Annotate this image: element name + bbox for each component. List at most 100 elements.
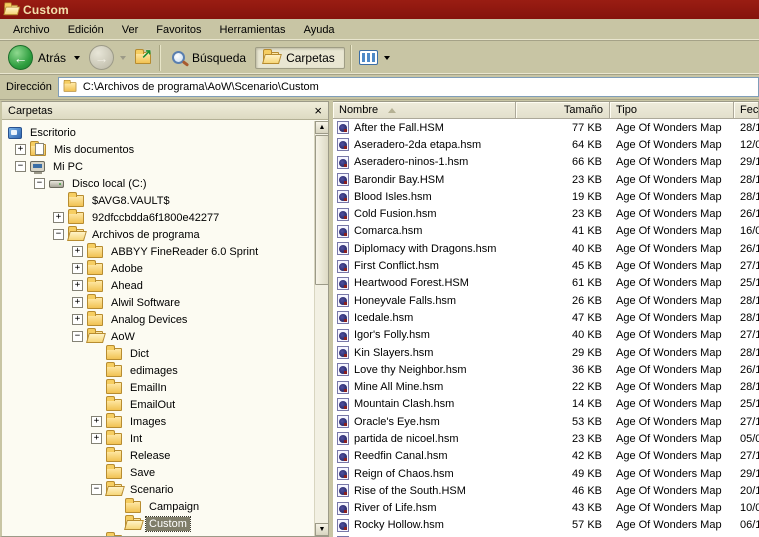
collapse-minus-icon[interactable]: − [15, 161, 26, 172]
tree-item-avg8-vault[interactable]: $AVG8.VAULT$ [2, 191, 314, 209]
folder-up-icon[interactable]: ↗ [135, 46, 152, 64]
tree-item-scenario[interactable]: − Scenario [2, 480, 314, 498]
tree-item-92dfccbdda6f1800e42277[interactable]: +92dfccbdda6f1800e42277 [2, 208, 314, 226]
views-button[interactable] [356, 50, 396, 65]
back-button[interactable]: ← Atrás [5, 45, 86, 70]
file-row-aseradero-ninos-1-hsm[interactable]: Aseradero-ninos-1.hsm 66 KB Age Of Wonders… [333, 154, 759, 171]
menu-edici-n[interactable]: Edición [59, 21, 113, 39]
tree-item-disco-local-c[interactable]: − Disco local (C:) [2, 175, 314, 192]
expand-plus-icon[interactable]: + [72, 263, 83, 274]
tree-item-archivos-de-programa[interactable]: − Archivos de programa [2, 225, 314, 243]
file-row-rocky-hollow-hsm[interactable]: Rocky Hollow.hsm 57 KB Age Of Wonders Map 0… [333, 517, 759, 534]
tree-item-label: edimages [130, 364, 178, 377]
expand-plus-icon[interactable]: + [72, 314, 83, 325]
views-dropdown-icon[interactable] [383, 55, 390, 60]
folders-panel: Carpetas × Escritorio + Mis documentos − Mi … [0, 101, 329, 537]
tree-item-save[interactable]: Save [2, 463, 314, 481]
scrollbar-thumb[interactable] [315, 135, 329, 285]
menu-ayuda[interactable]: Ayuda [295, 21, 344, 39]
search-button[interactable]: Búsqueda [165, 48, 255, 68]
forward-button[interactable]: → [86, 45, 132, 70]
expand-plus-icon[interactable]: + [72, 297, 83, 308]
file-row-reedfin-canal-hsm[interactable]: Reedfin Canal.hsm 42 KB Age Of Wonders Map… [333, 448, 759, 465]
file-row-diplomacy-with-dragons-hsm[interactable]: Diplomacy with Dragons.hsm 40 KB Age Of Wo… [333, 240, 759, 257]
file-row-icedale-hsm[interactable]: Icedale.hsm 47 KB Age Of Wonders Map 28/1 [333, 309, 759, 326]
file-row-cold-fusion-hsm[interactable]: Cold Fusion.hsm 23 KB Age Of Wonders Map 26… [333, 205, 759, 222]
column-header-fecha[interactable]: Fech [734, 102, 759, 119]
forward-dropdown-icon[interactable] [120, 55, 127, 60]
tree-item-mi-pc[interactable]: − Mi PC [2, 158, 314, 175]
collapse-minus-icon[interactable]: − [72, 331, 83, 342]
collapse-minus-icon[interactable]: − [53, 229, 64, 240]
file-row-aseradero-2da-etapa-hsm[interactable]: Aseradero-2da etapa.hsm 64 KB Age Of Wonde… [333, 136, 759, 153]
file-row-love-thy-neighbor-hsm[interactable]: Love thy Neighbor.hsm 36 KB Age Of Wonders… [333, 361, 759, 378]
expand-plus-icon[interactable]: + [91, 433, 102, 444]
file-row-mountain-clash-hsm[interactable]: Mountain Clash.hsm 14 KB Age Of Wonders Ma… [333, 396, 759, 413]
file-row-first-conflict-hsm[interactable]: First Conflict.hsm 45 KB Age Of Wonders Ma… [333, 257, 759, 274]
back-dropdown-icon[interactable] [74, 55, 81, 60]
tree-item-escritorio[interactable]: Escritorio [2, 124, 314, 141]
file-row-barondir-bay-hsm[interactable]: Barondir Bay.HSM 23 KB Age Of Wonders Map 2… [333, 171, 759, 188]
scroll-down-icon[interactable]: ▼ [315, 523, 329, 536]
tree-item-custom[interactable]: Custom [2, 514, 314, 532]
column-header-tamano[interactable]: Tamaño [516, 102, 610, 119]
menu-ver[interactable]: Ver [113, 21, 148, 39]
file-row-rise-of-the-south-hsm[interactable]: Rise of the South.HSM 46 KB Age Of Wonders… [333, 482, 759, 499]
tree-item-mis-documentos[interactable]: + Mis documentos [2, 140, 314, 158]
file-row-igor-s-folly-hsm[interactable]: Igor's Folly.hsm 40 KB Age Of Wonders Map 2… [333, 327, 759, 344]
file-row-reign-of-chaos-hsm[interactable]: Reign of Chaos.hsm 49 KB Age Of Wonders Ma… [333, 465, 759, 482]
tree-item-int[interactable]: + Int [2, 429, 314, 447]
tree-item-campaign[interactable]: Campaign [2, 497, 314, 515]
expand-plus-icon[interactable]: + [15, 144, 26, 155]
file-row-after-the-fall-hsm[interactable]: After the Fall.HSM 77 KB Age Of Wonders Ma… [333, 119, 759, 136]
tree-item-emailout[interactable]: EmailOut [2, 395, 314, 413]
file-size-cell: 40 KB [572, 242, 602, 255]
tree-scrollbar[interactable]: ▲ ▼ [314, 121, 329, 536]
expand-plus-icon[interactable]: + [91, 416, 102, 427]
menu-favoritos[interactable]: Favoritos [147, 21, 210, 39]
back-icon[interactable]: ← [8, 45, 33, 70]
tree-item-aow[interactable]: − AoW [2, 327, 314, 345]
tree-item-analog-devices[interactable]: + Analog Devices [2, 310, 314, 328]
menu-bar: Archivo Edición Ver Favoritos Herramientas Ay… [0, 19, 759, 41]
tree-item-release[interactable]: Release [2, 446, 314, 464]
file-size-cell: 77 KB [572, 121, 602, 134]
file-row-mine-all-mine-hsm[interactable]: Mine All Mine.hsm 22 KB Age Of Wonders Map… [333, 378, 759, 395]
file-name: Mine All Mine.hsm [354, 381, 444, 394]
file-row-kin-slayers-hsm[interactable]: Kin Slayers.hsm 29 KB Age Of Wonders Map 28… [333, 344, 759, 361]
tree-item-abbyy-finereader-6-0-sprint[interactable]: + ABBYY FineReader 6.0 Sprint [2, 242, 314, 260]
file-date-cell: 27/1 [740, 450, 759, 463]
file-row-heartwood-forest-hsm[interactable]: Heartwood Forest.HSM 61 KB Age Of Wonders … [333, 275, 759, 292]
file-row-oracle-s-eye-hsm[interactable]: Oracle's Eye.hsm 53 KB Age Of Wonders Map 2… [333, 413, 759, 430]
tree-item-item[interactable] [2, 531, 314, 536]
close-panel-icon[interactable]: × [314, 104, 322, 117]
column-header-nombre[interactable]: Nombre [333, 102, 516, 119]
collapse-minus-icon[interactable]: − [34, 178, 45, 189]
file-row-river-of-life-hsm[interactable]: River of Life.hsm 43 KB Age Of Wonders Map… [333, 500, 759, 517]
file-row-comarca-hsm[interactable]: Comarca.hsm 41 KB Age Of Wonders Map 16/0 [333, 223, 759, 240]
expand-plus-icon[interactable]: + [53, 212, 64, 223]
tree-item-label: Release [130, 449, 171, 462]
file-row-honeyvale-falls-hsm[interactable]: Honeyvale Falls.hsm 26 KB Age Of Wonders M… [333, 292, 759, 309]
tree-item-dict[interactable]: Dict [2, 344, 314, 362]
up-button[interactable]: ↗ [132, 46, 154, 64]
menu-archivo[interactable]: Archivo [4, 21, 59, 39]
tree-item-ahead[interactable]: + Ahead [2, 276, 314, 294]
tree-item-adobe[interactable]: + Adobe [2, 259, 314, 277]
collapse-minus-icon[interactable]: − [91, 484, 102, 495]
tree-item-alwil-software[interactable]: + Alwil Software [2, 293, 314, 311]
file-row-blood-isles-hsm[interactable]: Blood Isles.hsm 19 KB Age Of Wonders Map 28… [333, 188, 759, 205]
menu-herramientas[interactable]: Herramientas [211, 21, 295, 39]
forward-icon[interactable]: → [89, 45, 115, 70]
expand-plus-icon[interactable]: + [72, 280, 83, 291]
column-header-tipo[interactable]: Tipo [610, 102, 734, 119]
tree-item-emailin[interactable]: EmailIn [2, 378, 314, 396]
tree-item-images[interactable]: + Images [2, 412, 314, 430]
address-field[interactable]: C:\Archivos de programa\AoW\Scenario\Cus… [57, 77, 759, 97]
file-name: First Conflict.hsm [354, 260, 439, 273]
scroll-up-icon[interactable]: ▲ [315, 121, 329, 134]
file-row-partida-de-nicoel-hsm[interactable]: partida de nicoel.hsm 23 KB Age Of Wonders… [333, 430, 759, 447]
expand-plus-icon[interactable]: + [72, 246, 83, 257]
tree-item-edimages[interactable]: edimages [2, 361, 314, 379]
folders-button[interactable]: Carpetas [255, 46, 345, 69]
